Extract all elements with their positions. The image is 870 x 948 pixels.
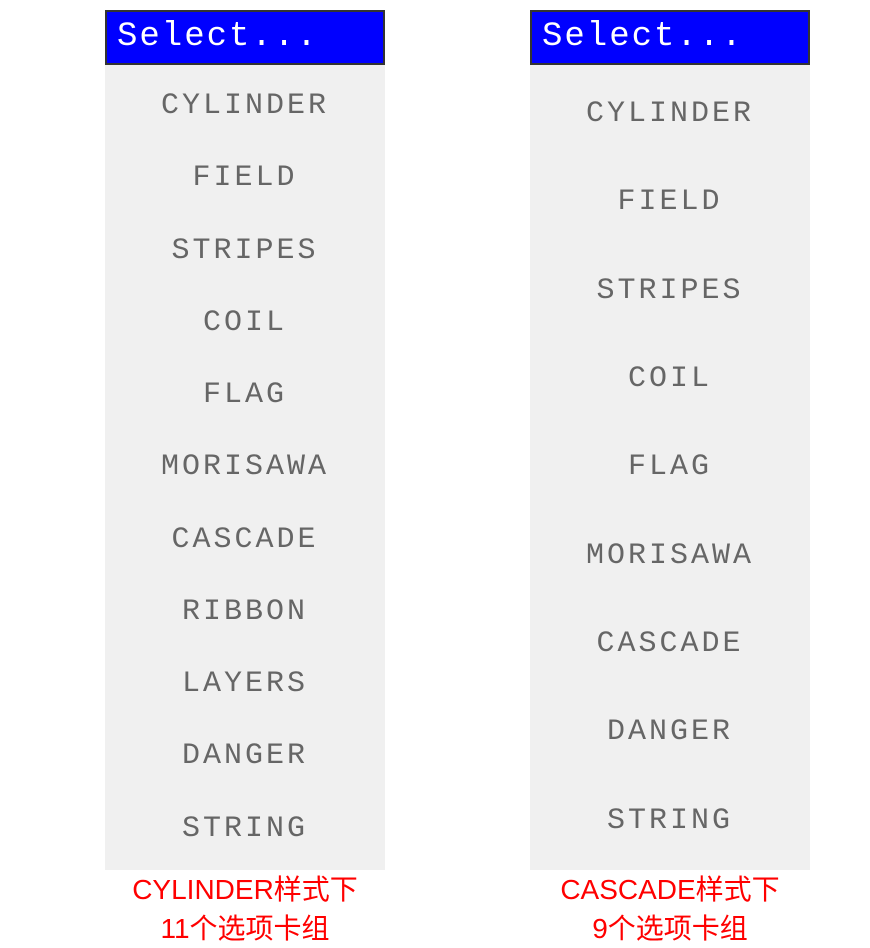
option-item[interactable]: CYLINDER [586,97,754,131]
caption-right-line2: 9个选项卡组 [520,909,820,948]
option-item[interactable]: FIELD [192,161,297,195]
option-item[interactable]: FIELD [617,185,722,219]
option-list-right: CYLINDER FIELD STRIPES COIL FLAG MORISAW… [530,65,810,870]
caption-left-line2: 11个选项卡组 [95,909,395,948]
select-header-left[interactable]: Select... [105,10,385,65]
option-item[interactable]: STRIPES [596,274,743,308]
option-item[interactable]: FLAG [203,378,287,412]
option-item[interactable]: FLAG [628,450,712,484]
option-item[interactable]: MORISAWA [586,539,754,573]
option-item[interactable]: STRIPES [171,234,318,268]
caption-right: CASCADE样式下 9个选项卡组 [520,870,820,948]
caption-left-line1: CYLINDER样式下 [95,870,395,909]
option-item[interactable]: DANGER [607,715,733,749]
option-item[interactable]: CASCADE [596,627,743,661]
option-item[interactable]: COIL [203,306,287,340]
dropdown-right: Select... CYLINDER FIELD STRIPES COIL FL… [530,10,810,870]
option-item[interactable]: STRING [607,804,733,838]
select-header-right[interactable]: Select... [530,10,810,65]
option-item[interactable]: LAYERS [182,667,308,701]
option-item[interactable]: COIL [628,362,712,396]
option-item[interactable]: DANGER [182,739,308,773]
caption-right-line1: CASCADE样式下 [520,870,820,909]
option-item[interactable]: CASCADE [171,523,318,557]
option-item[interactable]: STRING [182,812,308,846]
dropdown-left: Select... CYLINDER FIELD STRIPES COIL FL… [105,10,385,870]
caption-left: CYLINDER样式下 11个选项卡组 [95,870,395,948]
option-list-left: CYLINDER FIELD STRIPES COIL FLAG MORISAW… [105,65,385,870]
option-item[interactable]: MORISAWA [161,450,329,484]
option-item[interactable]: CYLINDER [161,89,329,123]
option-item[interactable]: RIBBON [182,595,308,629]
